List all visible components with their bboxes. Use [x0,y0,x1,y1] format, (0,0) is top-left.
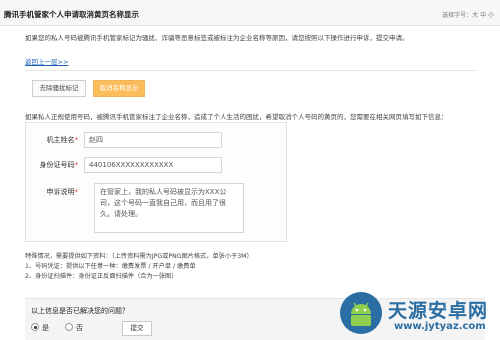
back-link[interactable]: 返回上一层>> [25,56,68,66]
page-title: 腾讯手机管家个人申请取消黄页名称显示 [4,10,139,19]
required-mark: * [74,136,79,144]
android-logo-icon [340,292,382,334]
owner-name-input[interactable]: 赵四 [84,132,222,148]
reason-textarea[interactable]: 在管家上，我的私人号码被显示为XXX公司，这个号码一直我自己用，而且用了很久。请… [94,183,244,233]
required-mark: * [74,161,79,169]
watermark-brand: 天源安卓网 [388,300,489,322]
owner-name-label: 机主姓名* [26,135,79,145]
divider [25,70,477,71]
description-text: 如果私人正规使用号码，被腾讯手机管家标注了企业名称，造成了个人生活的困扰，希望取… [25,113,448,121]
special-line-3: 2、身份证扫描件：身份证正反面扫描件（合为一张图） [25,273,178,280]
watermark-url: www.jytyaz.com [394,321,486,332]
site-watermark: 天源安卓网 www.jytyaz.com [338,290,498,340]
submit-button[interactable]: 提交 [122,321,152,336]
cancel-name-tab[interactable]: 取消名称显示 [93,80,145,97]
special-line-2: 1、号码凭证：提供以下任意一种：缴费发票 / 开户单 / 缴费单 [25,263,196,270]
reason-label: 申诉说明* [26,187,79,197]
id-number-label-text: 身份证号码 [39,161,75,169]
special-line-1: 特殊情况，需要提供如下资料：（上传资料需为JPG或PNG图片格式，单张小于3M） [25,253,253,260]
yes-label: 是 [42,324,49,332]
yes-radio[interactable] [31,323,39,331]
reason-label-text: 申诉说明 [46,188,75,196]
feedback-question: 以上信息是否已解决您的问题？ [31,307,129,315]
id-number-label: 身份证号码* [26,160,79,170]
id-number-input[interactable]: 440106XXXXXXXXXXXX [84,157,222,173]
font-size-selector[interactable]: 选择字号：大 中 小 [442,10,494,19]
appeal-form: 机主姓名* 赵四 身份证号码* 440106XXXXXXXXXXXX 申诉说明*… [25,122,287,242]
special-requirements: 特殊情况，需要提供如下资料：（上传资料需为JPG或PNG图片格式，单张小于3M）… [25,252,485,282]
header-bar: 腾讯手机管家个人申请取消黄页名称显示 选择字号：大 中 小 [0,0,500,26]
no-radio[interactable] [65,323,73,331]
required-mark: * [74,188,79,196]
no-label: 否 [76,324,83,332]
remove-harass-tab[interactable]: 去除骚扰标记 [32,80,86,97]
intro-text: 如果您的私人号码被腾讯手机管家标记为骚扰、诈骗等恶意标签或被标注为企业名称等原因… [25,34,409,42]
owner-name-label-text: 机主姓名 [46,136,75,144]
